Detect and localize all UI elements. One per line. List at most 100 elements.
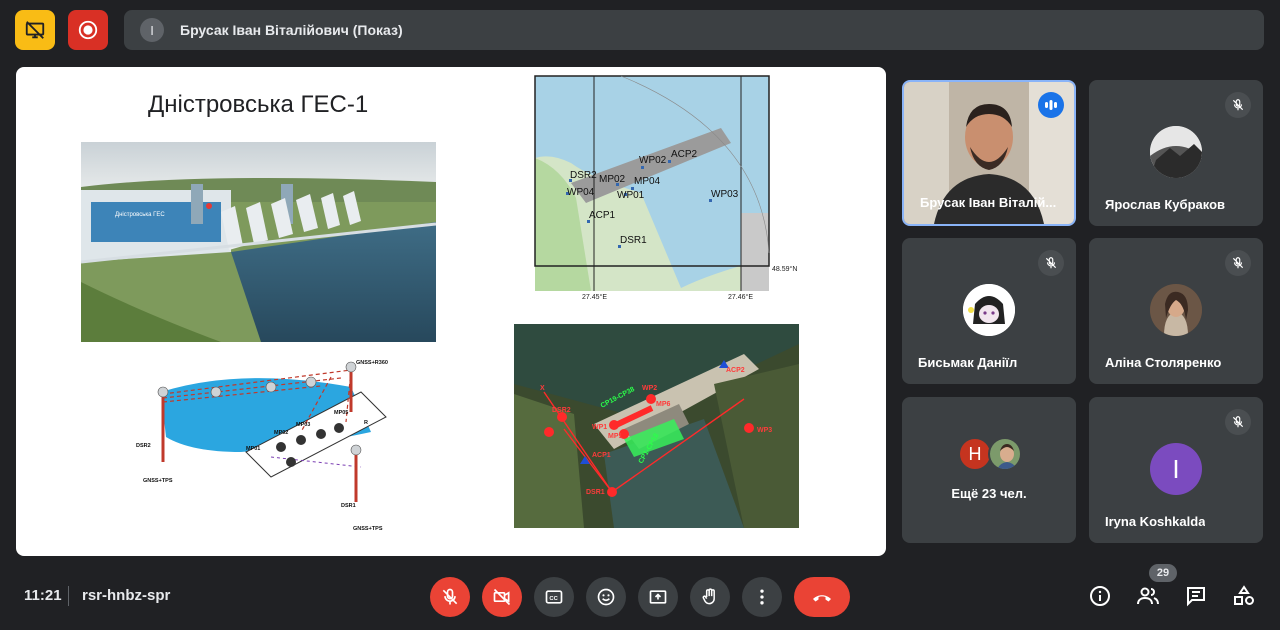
sketch-label-gnss-tps-bottom: GNSS+TPS [353,526,383,532]
photo-sign: Дністровська ГЕС [115,212,165,218]
map-label-mp04: MP04 [634,176,661,187]
sat-label-dsr2: DSR2 [552,407,571,414]
activities-button[interactable] [1231,583,1257,609]
map-label-dsr2: DSR2 [570,170,597,181]
mic-off-indicator [1225,250,1251,276]
present-screen-button[interactable] [638,577,678,617]
avatar [1150,284,1202,336]
map-label-wp04: WP04 [567,187,595,198]
avatar [1150,126,1202,178]
avatar [988,437,1022,471]
mic-off-icon [1232,257,1244,269]
camera-toggle-button[interactable] [482,577,522,617]
svg-text:CC: CC [549,596,558,602]
map-label-lon2: 27.46°E [728,293,753,301]
sketch-label-mp01: MP01 [246,446,260,452]
mic-off-icon [1045,257,1057,269]
map-label-wp03: WP03 [711,189,739,200]
meeting-code: rsr-hnbz-spr [82,587,171,604]
sat-label-mp1: MP1 [608,433,623,440]
meeting-time: 11:21 [24,587,62,604]
site-map: DSR2 WP04 MP02 MP04 WP01 WP02 ACP2 ACP1 … [534,75,797,301]
map-label-mp02: MP02 [599,174,626,185]
more-participants-tile[interactable]: Н Ещё 23 чел. [902,397,1076,543]
map-label-wp02: WP02 [639,155,667,166]
sketch-label-mp05: MP05 [334,410,348,416]
activities-icon [1234,585,1254,605]
more-participants-label: Ещё 23 чел. [951,486,1027,501]
sketch-label-r: R [364,420,368,426]
participant-tile[interactable]: Бисьмак Даніїл [902,238,1076,384]
avatar [963,284,1015,336]
mic-off-icon [442,588,458,605]
presenter-bar[interactable]: I Брусак Іван Віталійович (Показ) [124,10,1264,50]
hand-icon [702,588,715,605]
slide-title: Дністровська ГЕС-1 [148,91,369,118]
slides-toggle-button[interactable] [15,10,55,50]
camera-off-icon [493,588,511,606]
recording-button[interactable] [68,10,108,50]
sat-label-dsr1: DSR1 [586,489,605,496]
satellite-image: WP2 MP6 DSR2 WP1 MP1 DSR1 WP3 X ACP2 ACP… [514,324,799,528]
participant-name: Ярослав Кубраков [1105,197,1226,212]
participants-button[interactable] [1135,583,1161,609]
captions-icon: CC [545,590,563,604]
sketch-label-gnss-r360: GNSS+R360 [356,360,388,366]
map-label-acp1: ACP1 [589,210,616,221]
microphone-toggle-button[interactable] [430,577,470,617]
mic-off-icon [1232,416,1244,428]
participant-tile[interactable]: I Iryna Koshkalda [1089,397,1263,543]
participant-tile[interactable]: Ярослав Кубраков [1089,80,1263,226]
chat-icon [1187,587,1205,607]
sketch-label-dsr1: DSR1 [341,503,356,509]
participant-name: Брусак Іван Віталій... [920,195,1057,210]
mic-off-indicator [1225,409,1251,435]
presenter-avatar: I [140,18,164,42]
call-end-icon [813,595,831,602]
hydro-plant-photo: Дністровська ГЕС [81,142,436,342]
participant-name: Бисьмак Даніїл [918,355,1018,370]
people-icon [1137,587,1159,605]
raise-hand-button[interactable] [690,577,730,617]
participant-name: Iryna Koshkalda [1105,514,1206,529]
sketch-label-mp03: MP03 [296,422,310,428]
sat-label-wp1: WP1 [592,424,607,431]
mic-off-indicator [1038,250,1064,276]
captions-button[interactable]: CC [534,577,574,617]
chat-button[interactable] [1183,583,1209,609]
participant-tile-presenter[interactable]: Брусак Іван Віталій... [902,80,1076,226]
sketch-label-dsr2: DSR2 [136,443,151,449]
sat-label-wp3: WP3 [757,427,772,434]
audio-level-icon [1045,100,1057,110]
avatar: I [1150,443,1202,495]
sat-label-x: X [540,385,545,392]
mic-off-icon [1232,99,1244,111]
present-icon [649,590,667,604]
map-label-lon1: 27.45°E [582,293,607,301]
divider [68,586,69,606]
participants-count-badge: 29 [1149,564,1177,582]
leave-call-button[interactable] [794,577,850,617]
more-vert-icon [760,589,764,605]
more-options-button[interactable] [742,577,782,617]
participant-tile[interactable]: Аліна Столяренко [1089,238,1263,384]
meeting-details-button[interactable] [1087,583,1113,609]
sat-label-acp2: ACP2 [726,367,745,374]
map-label-lat: 48.59°N [772,265,797,273]
sat-label-acp1: ACP1 [592,452,611,459]
sketch-label-gnss-tps-left: GNSS+TPS [143,478,173,484]
avatar: Н [958,437,992,471]
presentation-off-icon [25,21,45,39]
sketch-label-mp02: MP02 [274,430,288,436]
sat-label-mp6: MP6 [656,401,671,408]
info-icon [1090,586,1110,606]
emoji-icon [597,588,615,606]
presenter-label: Брусак Іван Віталійович (Показ) [180,22,403,38]
map-label-wp01: WP01 [617,190,645,201]
sat-label-wp2: WP2 [642,385,657,392]
map-label-dsr1: DSR1 [620,235,647,246]
participant-name: Аліна Столяренко [1105,355,1222,370]
presented-slide: Дністровська ГЕС-1 Дністровська ГЕС GNSS… [16,67,886,556]
speaking-indicator [1038,92,1064,118]
reactions-button[interactable] [586,577,626,617]
